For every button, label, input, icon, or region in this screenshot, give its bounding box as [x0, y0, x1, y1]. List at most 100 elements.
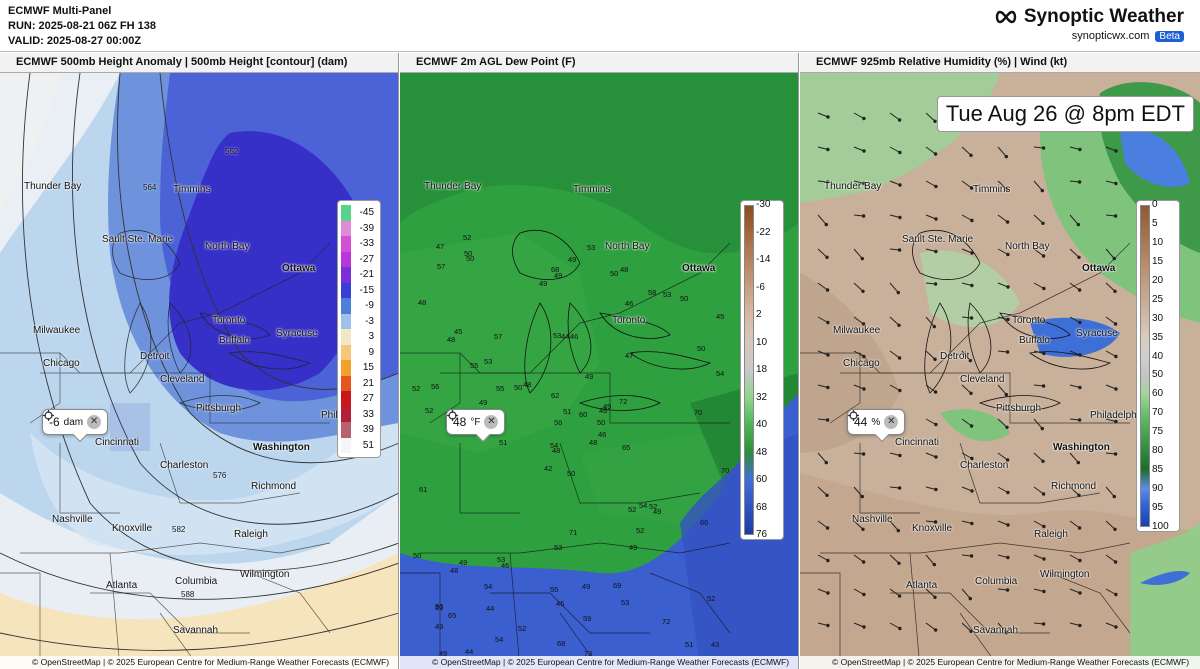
wind-arrow-head — [1077, 288, 1082, 292]
color-legend: -30 -22 -14 -6 2 10 18 32 40 48 60 68 76 — [740, 199, 784, 540]
city-label: Washington — [1053, 442, 1110, 453]
legend-entry: 15 — [341, 360, 377, 376]
close-icon[interactable]: ✕ — [484, 415, 499, 429]
wind-arrow-head — [898, 150, 902, 155]
legend-swatch — [341, 437, 351, 453]
legend-entry: 33 — [341, 406, 377, 422]
wind-arrow-head — [1042, 524, 1046, 529]
city-label: Pittsburgh — [996, 403, 1042, 414]
wind-arrow-head — [969, 424, 974, 428]
dewpoint-value: 48 — [418, 298, 427, 307]
wind-arrow-head — [934, 422, 938, 427]
map-500mb[interactable]: 552 564 576 582 588 Thunder Bay Timmins … — [0, 73, 398, 669]
legend-label: 40 — [1152, 350, 1164, 362]
legend-label: -22 — [756, 226, 771, 238]
wind-arrow-head — [932, 324, 937, 329]
city-label: Atlanta — [106, 580, 138, 591]
wind-arrow-head — [862, 592, 866, 597]
wind-arrow-head — [1077, 493, 1081, 497]
wind-arrow-head — [862, 149, 866, 153]
wind-arrow-head — [861, 452, 866, 456]
dewpoint-value: 44 — [465, 647, 474, 656]
dewpoint-value: 49 — [582, 582, 591, 591]
infinity-icon — [995, 10, 1017, 24]
probe-unit: dam — [63, 416, 84, 428]
legend-swatch — [341, 344, 351, 360]
legend-label: 95 — [1152, 502, 1164, 514]
close-icon[interactable]: ✕ — [884, 415, 899, 429]
dewpoint-value: 52 — [628, 505, 637, 514]
attribution: © OpenStreetMap | © 2025 European Centre… — [0, 656, 398, 669]
city-label: North Bay — [605, 241, 650, 252]
wind-arrow-head — [1041, 221, 1045, 226]
legend-label: 90 — [1152, 483, 1164, 495]
wind-arrow-head — [896, 528, 901, 533]
dewpoint-value: 56 — [554, 418, 563, 427]
wind-arrow-head — [897, 486, 902, 490]
city-label: Sault Ste. Marie — [902, 234, 974, 245]
legend-entry: 9 — [341, 344, 377, 360]
wind-arrow-head — [933, 628, 938, 632]
dewpoint-value: 66 — [700, 518, 709, 527]
city-label: Detroit — [140, 351, 170, 362]
wind-arrow-head — [1112, 494, 1116, 499]
dewpoint-value: 50 — [514, 383, 523, 392]
legend-label: 10 — [1152, 236, 1164, 248]
dewpoint-value: 50 — [567, 469, 576, 478]
dewpoint-value: 50 — [464, 249, 473, 258]
dewpoint-value: 42 — [544, 464, 553, 473]
legend-label: 40 — [756, 419, 768, 430]
wind-arrow-head — [826, 353, 830, 357]
city-label: Milwaukee — [833, 325, 881, 336]
dewpoint-value: 52 — [518, 624, 527, 633]
city-label: Sault Ste. Marie — [102, 234, 174, 245]
map-dewpoint[interactable]: 5048485046464846464850434745424744534949… — [400, 73, 798, 669]
panel-500mb-height: ECMWF 500mb Height Anomaly | 500mb Heigh… — [0, 53, 399, 669]
legend-entry: 39 — [341, 422, 377, 438]
brand[interactable]: Synoptic Weather synopticwx.com Beta — [994, 6, 1184, 42]
probe-unit: % — [871, 416, 881, 428]
wind-arrow-head — [826, 147, 830, 152]
run-label: RUN: 2025-08-21 06Z FH 138 — [8, 20, 156, 32]
dewpoint-value: 70 — [694, 408, 703, 417]
dewpoint-value: 46 — [625, 299, 634, 308]
beta-badge: Beta — [1155, 31, 1184, 42]
wind-arrow-head — [969, 554, 974, 558]
legend-label: -45 — [359, 207, 374, 219]
dewpoint-value: 52 — [463, 233, 472, 242]
city-label: Savannah — [173, 625, 219, 636]
value-probe[interactable]: 48 °F ✕ — [446, 409, 506, 435]
wind-arrow-head — [862, 116, 866, 121]
legend-label: 15 — [1152, 255, 1164, 267]
wind-arrow-head — [826, 115, 830, 119]
legend-label: -30 — [756, 199, 771, 210]
city-label: Timmins — [173, 184, 211, 195]
dewpoint-value: 47 — [625, 351, 634, 360]
close-icon[interactable]: ✕ — [87, 415, 102, 429]
value-probe[interactable]: 44 % ✕ — [847, 409, 906, 435]
legend-swatch — [341, 313, 351, 329]
wind-arrow-head — [1078, 385, 1082, 390]
dewpoint-value: 50 — [697, 344, 706, 353]
city-label: Nashville — [52, 514, 93, 525]
map-rh[interactable]: Thunder Bay Timmins Sault Ste. Marie Nor… — [800, 73, 1200, 669]
wind-arrow-head — [861, 527, 865, 531]
legend-label: 0 — [1152, 199, 1158, 210]
wind-arrow-head — [860, 494, 864, 499]
legend-entry: -39 — [341, 220, 377, 236]
legend-label: 5 — [1152, 217, 1158, 229]
wind-arrow-head — [897, 248, 902, 252]
city-label: Columbia — [975, 576, 1018, 587]
legend-label: -33 — [359, 238, 374, 250]
dewpoint-value: 55 — [470, 361, 479, 370]
wind-arrow-head — [826, 320, 830, 325]
wind-arrow-head — [896, 290, 901, 295]
dewpoint-value: 62 — [551, 391, 560, 400]
wind-arrow-head — [1042, 286, 1046, 291]
wind-arrow-head — [1040, 188, 1045, 193]
legend-label: 30 — [1152, 312, 1164, 324]
dewpoint-value: 48 — [450, 566, 459, 575]
legend-label: -9 — [365, 300, 374, 312]
dewpoint-value: 48 — [447, 335, 456, 344]
attribution: © OpenStreetMap | © 2025 European Centre… — [400, 656, 798, 669]
